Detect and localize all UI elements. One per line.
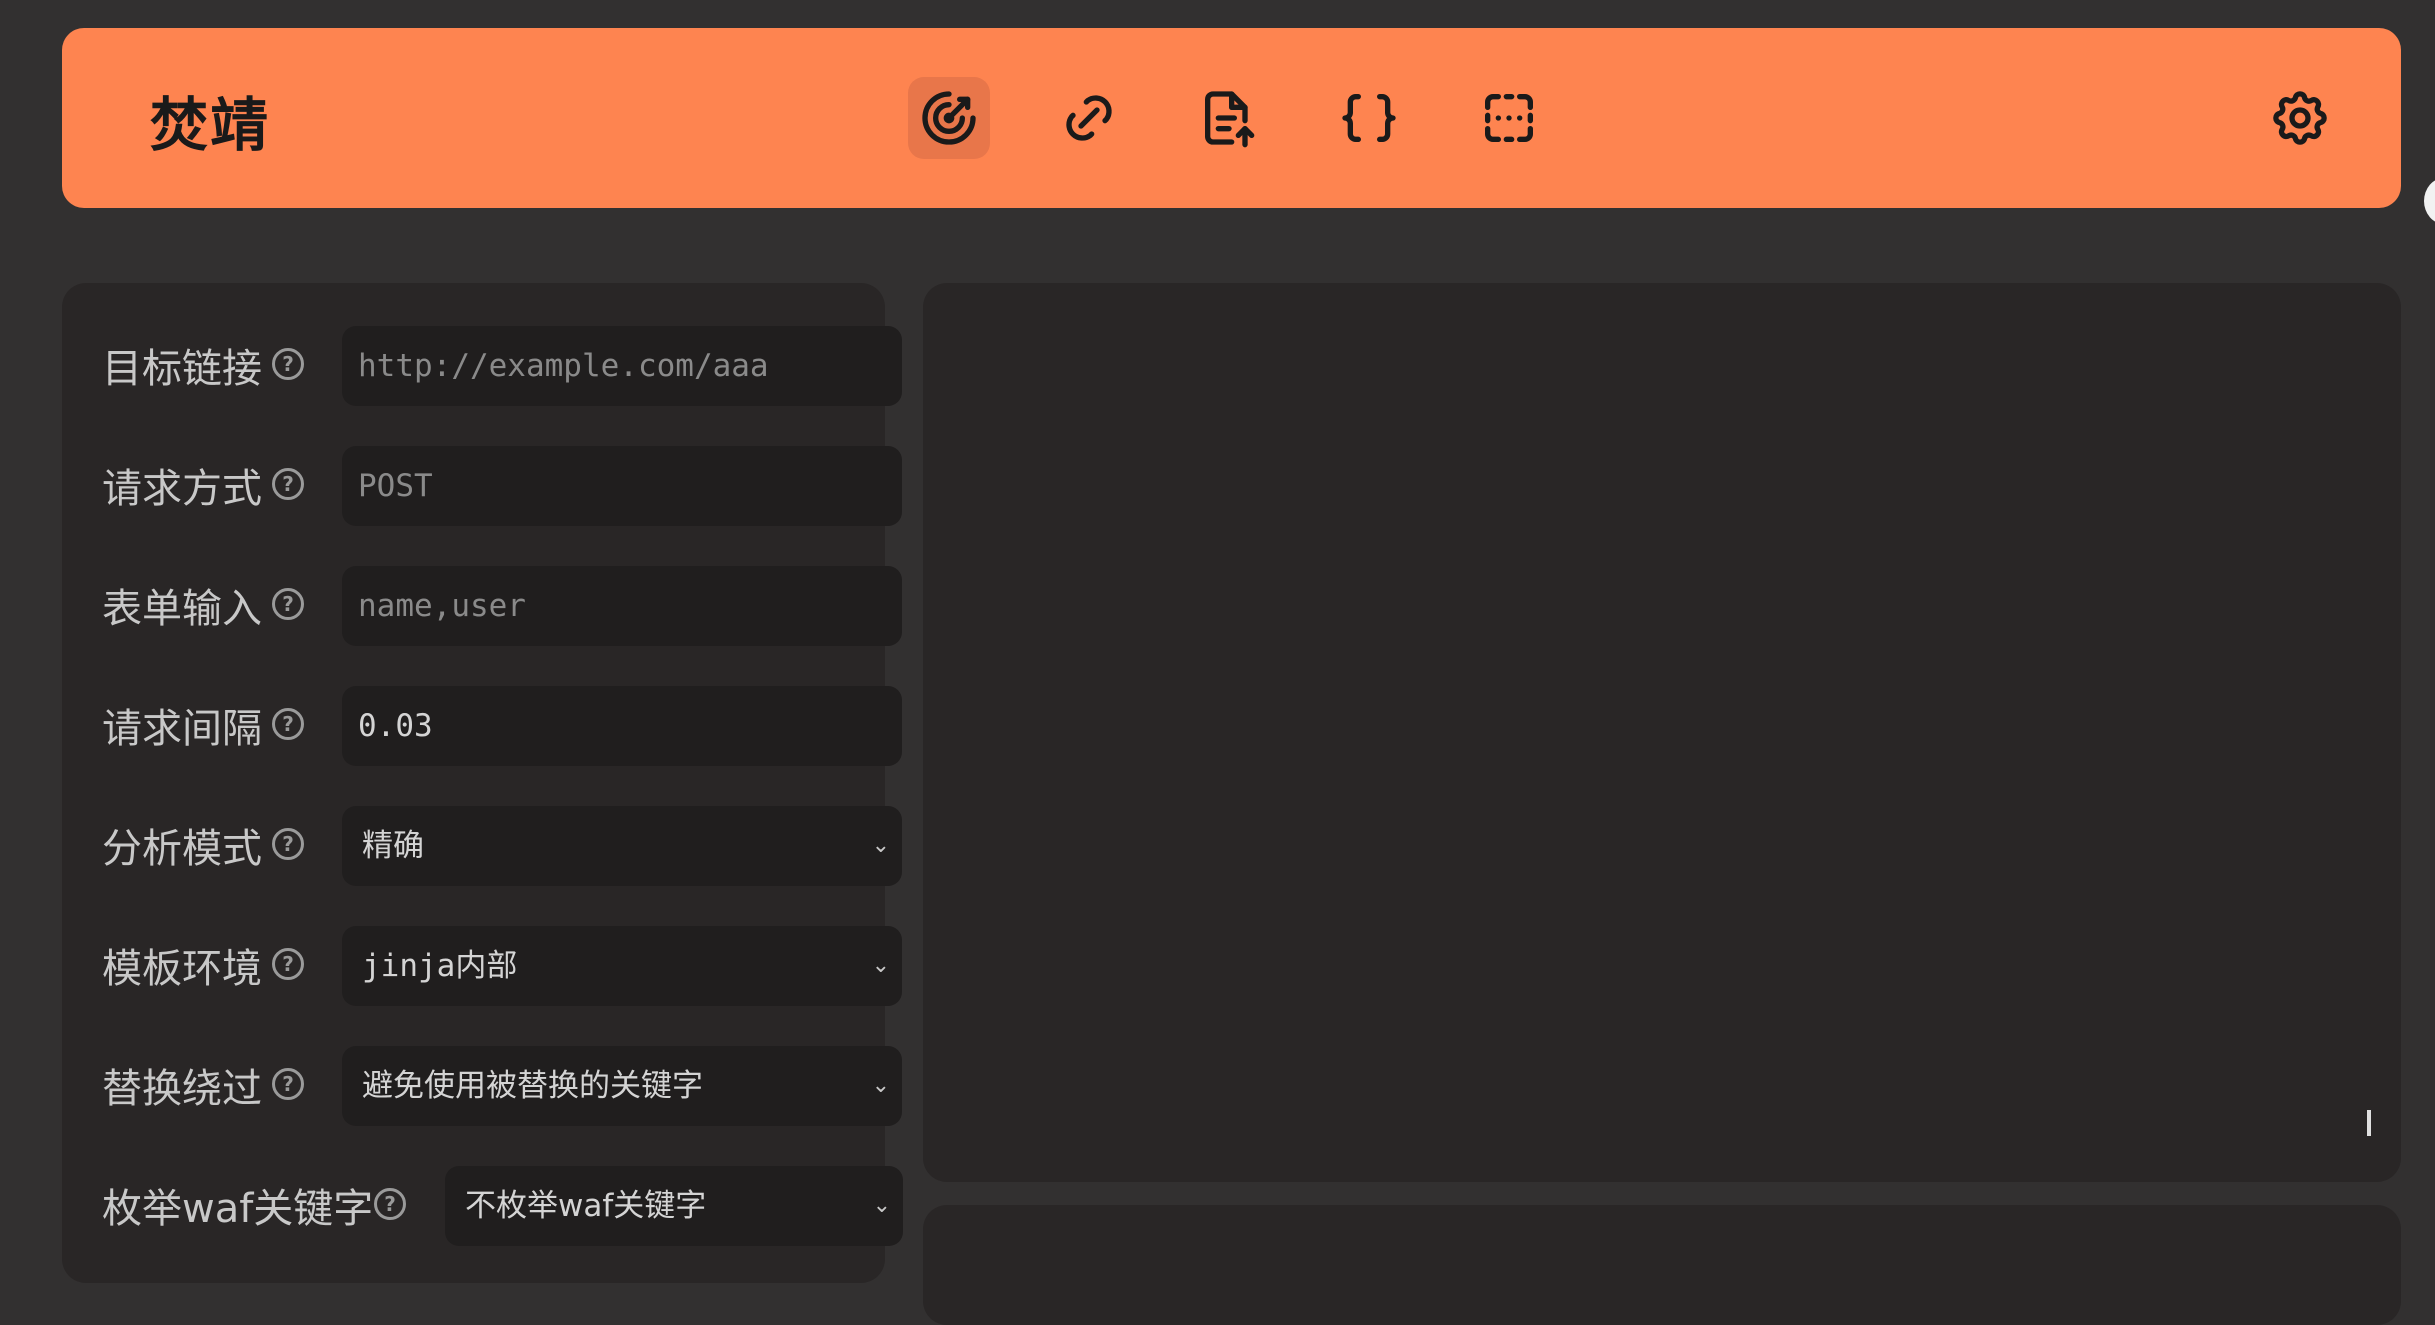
braces-icon: [1342, 94, 1396, 142]
file-upload-icon: [1205, 91, 1255, 148]
target-url-label: 目标链接: [102, 346, 262, 392]
replaced-keyword-select[interactable]: 避免使用被替换的关键字 ⌄: [342, 1046, 902, 1126]
settings-button[interactable]: [2259, 77, 2341, 159]
help-icon[interactable]: ?: [374, 1188, 406, 1220]
form-row-inputs: 表单输入 ?: [62, 566, 902, 646]
waf-keyword-label: 枚举waf关键字: [102, 1186, 374, 1232]
help-icon[interactable]: ?: [272, 828, 304, 860]
help-icon[interactable]: ?: [272, 468, 304, 500]
output-console[interactable]: [923, 283, 2401, 1182]
link-icon: [1066, 95, 1112, 141]
secondary-panel: [923, 1205, 2401, 1325]
nav-json-button[interactable]: [1328, 77, 1410, 159]
help-icon[interactable]: ?: [272, 588, 304, 620]
detect-mode-label: 分析模式: [102, 826, 262, 872]
detect-mode-value: 精确: [362, 828, 424, 864]
interval-label: 请求间隔: [102, 706, 262, 752]
help-icon[interactable]: ?: [272, 708, 304, 740]
interval-input[interactable]: [342, 686, 902, 766]
form-row-target-url: 目标链接 ?: [62, 326, 902, 406]
target-url-input[interactable]: [342, 326, 902, 406]
chevron-down-icon: ⌄: [871, 833, 890, 858]
method-label: 请求方式: [102, 466, 262, 512]
inputs-input[interactable]: [342, 566, 902, 646]
nav-target-button[interactable]: [908, 77, 990, 159]
chevron-down-icon: ⌄: [871, 1073, 890, 1098]
environment-select[interactable]: jinja内部 ⌄: [342, 926, 902, 1006]
replaced-keyword-value: 避免使用被替换的关键字: [362, 1068, 703, 1104]
form-row-detect-mode: 分析模式 ? 精确 ⌄: [62, 806, 902, 886]
replaced-keyword-label: 替换绕过: [102, 1066, 262, 1112]
help-icon[interactable]: ?: [272, 348, 304, 380]
waf-keyword-value: 不枚举waf关键字: [465, 1188, 707, 1224]
form-row-interval: 请求间隔 ?: [62, 686, 902, 766]
environment-label: 模板环境: [102, 946, 262, 992]
chevron-down-icon: ⌄: [872, 1193, 891, 1218]
environment-value: jinja内部: [362, 948, 518, 984]
form-row-method: 请求方式 ?: [62, 446, 902, 526]
nav-scan-button[interactable]: [1468, 77, 1550, 159]
detect-mode-select[interactable]: 精确 ⌄: [342, 806, 902, 886]
edge-toggle-handle[interactable]: [2424, 178, 2435, 224]
target-icon: [922, 91, 976, 145]
method-input[interactable]: [342, 446, 902, 526]
top-navbar: 焚靖: [62, 28, 2401, 208]
inputs-label: 表单输入: [102, 586, 262, 632]
form-panel: 目标链接 ? 请求方式 ? 表单输入 ? 请求间隔 ? 分析模式 ? 精确 ⌄ …: [62, 283, 903, 1283]
help-icon[interactable]: ?: [272, 948, 304, 980]
gear-icon: [2273, 91, 2327, 145]
form-row-environment: 模板环境 ? jinja内部 ⌄: [62, 926, 902, 1006]
chevron-down-icon: ⌄: [871, 953, 890, 978]
nav-file-upload-button[interactable]: [1188, 77, 1270, 159]
scan-frame-icon: [1485, 94, 1533, 142]
form-row-replaced-keyword: 替换绕过 ? 避免使用被替换的关键字 ⌄: [62, 1046, 902, 1126]
help-icon[interactable]: ?: [272, 1068, 304, 1100]
waf-keyword-select[interactable]: 不枚举waf关键字 ⌄: [445, 1166, 903, 1246]
form-row-waf-keyword: 枚举waf关键字 ? 不枚举waf关键字 ⌄: [62, 1166, 903, 1246]
nav-link-button[interactable]: [1048, 77, 1130, 159]
text-cursor: [2367, 1110, 2371, 1136]
app-brand: 焚靖: [150, 91, 271, 159]
